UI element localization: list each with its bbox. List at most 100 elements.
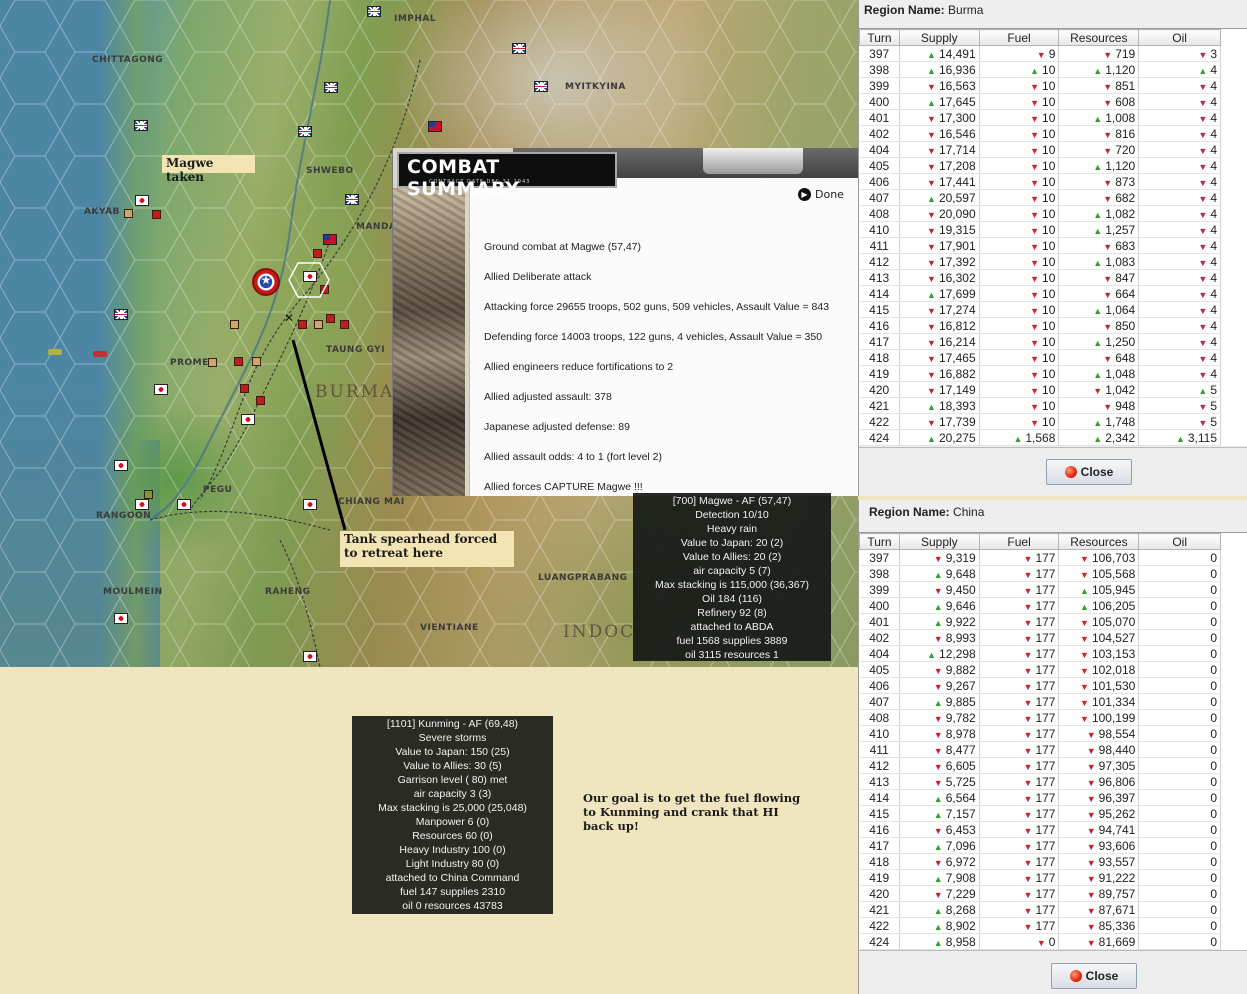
ship-icon[interactable] [93,351,107,357]
table-row[interactable]: 420 17,149 10 1,042 5 [859,381,1221,398]
table-row[interactable]: 422 17,739 10 1,748 5 [859,413,1221,430]
unit-marker[interactable] [230,320,239,329]
table-row[interactable]: 407 9,885 177 101,334 0 [859,693,1221,710]
table-row[interactable]: 412 17,392 10 1,083 4 [859,253,1221,270]
table-row[interactable]: 414 17,699 10 664 4 [859,285,1221,302]
table-row[interactable]: 414 6,564 177 96,397 0 [859,789,1221,806]
unit-marker[interactable] [314,320,323,329]
japan-base-flag[interactable] [135,499,149,510]
table-row[interactable]: 412 6,605 177 97,305 0 [859,757,1221,774]
unit-marker[interactable] [252,357,261,366]
china-region-table[interactable]: TurnSupplyFuelResourcesOil 397 9,319 177 10… [859,532,1247,950]
table-row[interactable]: 422 8,902 177 85,336 0 [859,917,1221,934]
table-row[interactable]: 401 17,300 10 1,008 4 [859,109,1221,126]
table-row[interactable]: 398 16,936 10 1,120 4 [859,61,1221,78]
unit-marker[interactable] [298,320,307,329]
uk-base-flag[interactable] [512,43,526,54]
close-button[interactable]: Close [1046,459,1132,485]
unit-marker[interactable] [144,490,153,499]
table-row[interactable]: 416 16,812 10 850 4 [859,317,1221,334]
unit-marker[interactable] [208,358,217,367]
combat-summary-window[interactable]: COMBAT SUMMARY CONTRACT DATE DEC 31 1943… [392,148,858,496]
table-row[interactable]: 416 6,453 177 94,741 0 [859,821,1221,838]
table-row[interactable]: 406 17,441 10 873 4 [859,173,1221,190]
table-row[interactable]: 415 7,157 177 95,262 0 [859,805,1221,822]
unit-marker[interactable] [152,210,161,219]
table-row[interactable]: 420 7,229 177 89,757 0 [859,885,1221,902]
unit-marker[interactable] [326,314,335,323]
table-row[interactable]: 397 14,491 9 719 3 [859,45,1221,62]
table-row[interactable]: 408 9,782 177 100,199 0 [859,709,1221,726]
table-row[interactable]: 401 9,922 177 105,070 0 [859,613,1221,630]
table-row[interactable]: 419 16,882 10 1,048 4 [859,365,1221,382]
table-row[interactable]: 400 9,646 177 106,205 0 [859,597,1221,614]
japan-base-flag[interactable] [303,651,317,662]
column-header[interactable]: Turn [859,29,900,46]
ship-icon[interactable] [48,349,62,355]
uk-base-flag[interactable] [367,6,381,17]
unit-marker[interactable] [340,320,349,329]
table-row[interactable]: 406 9,267 177 101,530 0 [859,677,1221,694]
column-header[interactable]: Resources [1058,533,1140,550]
japan-base-flag[interactable] [135,195,149,206]
table-row[interactable]: 417 7,096 177 93,606 0 [859,837,1221,854]
table-row[interactable]: 424 20,275 1,568 2,342 3,115 [859,429,1221,446]
table-row[interactable]: 411 17,901 10 683 4 [859,237,1221,254]
column-header[interactable]: Resources [1058,29,1140,46]
unit-marker[interactable] [234,357,243,366]
unit-marker[interactable] [256,396,265,405]
column-header[interactable]: Oil [1138,29,1221,46]
table-row[interactable]: 413 5,725 177 96,806 0 [859,773,1221,790]
japan-base-flag[interactable] [303,499,317,510]
column-header[interactable]: Supply [898,29,980,46]
japan-base-flag[interactable] [154,384,168,395]
column-header[interactable]: Fuel [978,29,1060,46]
table-row[interactable]: 410 8,978 177 98,554 0 [859,725,1221,742]
china-base-flag[interactable] [428,121,442,132]
uk-base-flag[interactable] [114,309,128,320]
table-row[interactable]: 419 7,908 177 91,222 0 [859,869,1221,886]
table-row[interactable]: 399 16,563 10 851 4 [859,77,1221,94]
column-header[interactable]: Oil [1138,533,1221,550]
table-row[interactable]: 402 8,993 177 104,527 0 [859,629,1221,646]
japan-base-flag[interactable] [241,414,255,425]
unit-marker[interactable] [313,249,322,258]
uk-base-flag[interactable] [298,126,312,137]
unit-marker[interactable] [240,384,249,393]
column-header[interactable]: Fuel [978,533,1060,550]
uk-base-flag[interactable] [345,194,359,205]
table-row[interactable]: 398 9,648 177 105,568 0 [859,565,1221,582]
table-row[interactable]: 407 20,597 10 682 4 [859,189,1221,206]
table-row[interactable]: 417 16,214 10 1,250 4 [859,333,1221,350]
allied-hq-marker[interactable]: ★ [252,268,280,296]
table-row[interactable]: 413 16,302 10 847 4 [859,269,1221,286]
table-row[interactable]: 410 19,315 10 1,257 4 [859,221,1221,238]
table-row[interactable]: 418 6,972 177 93,557 0 [859,853,1221,870]
table-row[interactable]: 402 16,546 10 816 4 [859,125,1221,142]
table-row[interactable]: 418 17,465 10 648 4 [859,349,1221,366]
unit-marker[interactable] [124,209,133,218]
selected-hex[interactable] [288,262,330,298]
table-row[interactable]: 404 12,298 177 103,153 0 [859,645,1221,662]
table-row[interactable]: 421 18,393 10 948 5 [859,397,1221,414]
japan-base-flag[interactable] [114,613,128,624]
table-row[interactable]: 408 20,090 10 1,082 4 [859,205,1221,222]
china-base-flag[interactable] [323,234,337,245]
table-row[interactable]: 405 17,208 10 1,120 4 [859,157,1221,174]
table-row[interactable]: 415 17,274 10 1,064 4 [859,301,1221,318]
japan-base-flag[interactable] [177,499,191,510]
table-row[interactable]: 399 9,450 177 105,945 0 [859,581,1221,598]
uk-base-flag[interactable] [324,82,338,93]
table-row[interactable]: 405 9,882 177 102,018 0 [859,661,1221,678]
done-button[interactable]: ▶ Done [798,188,844,201]
table-row[interactable]: 424 8,958 0 81,669 0 [859,933,1221,950]
uk-base-flag[interactable] [134,120,148,131]
burma-region-table[interactable]: TurnSupplyFuelResourcesOil 397 14,491 9 719… [859,28,1247,446]
table-row[interactable]: 421 8,268 177 87,671 0 [859,901,1221,918]
table-row[interactable]: 404 17,714 10 720 4 [859,141,1221,158]
close-button[interactable]: Close [1051,963,1137,989]
table-row[interactable]: 400 17,645 10 608 4 [859,93,1221,110]
table-row[interactable]: 411 8,477 177 98,440 0 [859,741,1221,758]
column-header[interactable]: Turn [859,533,900,550]
japan-base-flag[interactable] [114,460,128,471]
